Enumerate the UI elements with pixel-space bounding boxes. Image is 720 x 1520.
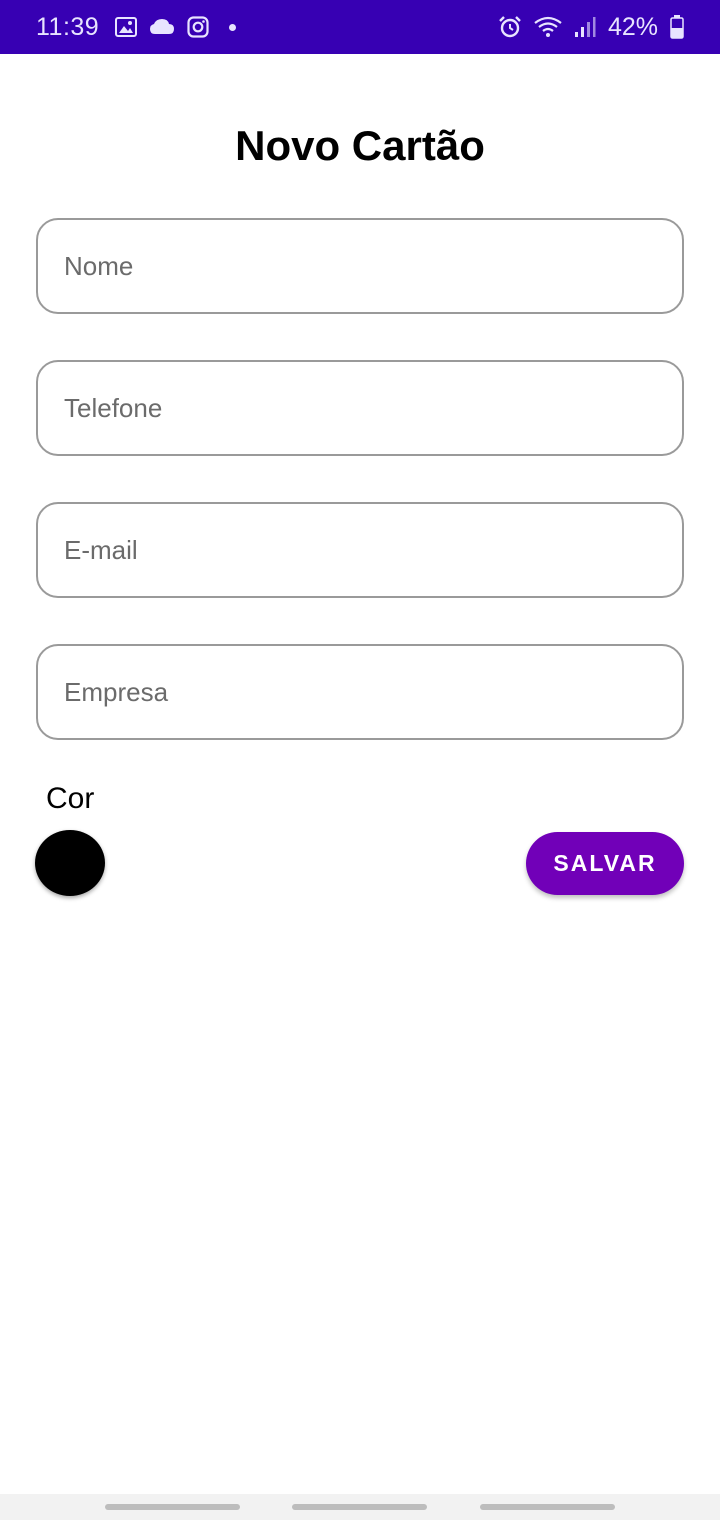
company-input[interactable] (64, 676, 656, 708)
color-picker-button[interactable] (35, 830, 105, 896)
phone-field[interactable] (36, 360, 684, 456)
battery-percent: 42% (607, 12, 658, 41)
signal-icon (574, 16, 596, 38)
color-label: Cor (46, 782, 95, 815)
notification-dot-icon (229, 23, 237, 31)
name-input[interactable] (64, 250, 656, 282)
nav-home-handle[interactable] (292, 1504, 427, 1510)
instagram-icon (187, 16, 209, 38)
cloud-icon (149, 18, 175, 36)
alarm-icon (498, 15, 522, 39)
battery-icon (670, 15, 684, 39)
status-bar: 11:39 42% (0, 0, 720, 54)
company-field[interactable] (36, 644, 684, 740)
page-title: Novo Cartão (235, 122, 485, 169)
navigation-bar (0, 1494, 720, 1520)
image-icon (115, 16, 138, 38)
nav-back-handle[interactable] (480, 1504, 615, 1510)
save-button[interactable]: SALVAR (526, 832, 684, 895)
status-right: 42% (498, 13, 684, 42)
email-field[interactable] (36, 502, 684, 598)
status-time: 11:39 (36, 12, 100, 41)
status-left: 11:39 (36, 13, 498, 42)
nav-recent-handle[interactable] (105, 1504, 240, 1510)
phone-input[interactable] (64, 392, 656, 424)
name-field[interactable] (36, 218, 684, 314)
email-input[interactable] (64, 534, 656, 566)
wifi-icon (534, 16, 562, 38)
